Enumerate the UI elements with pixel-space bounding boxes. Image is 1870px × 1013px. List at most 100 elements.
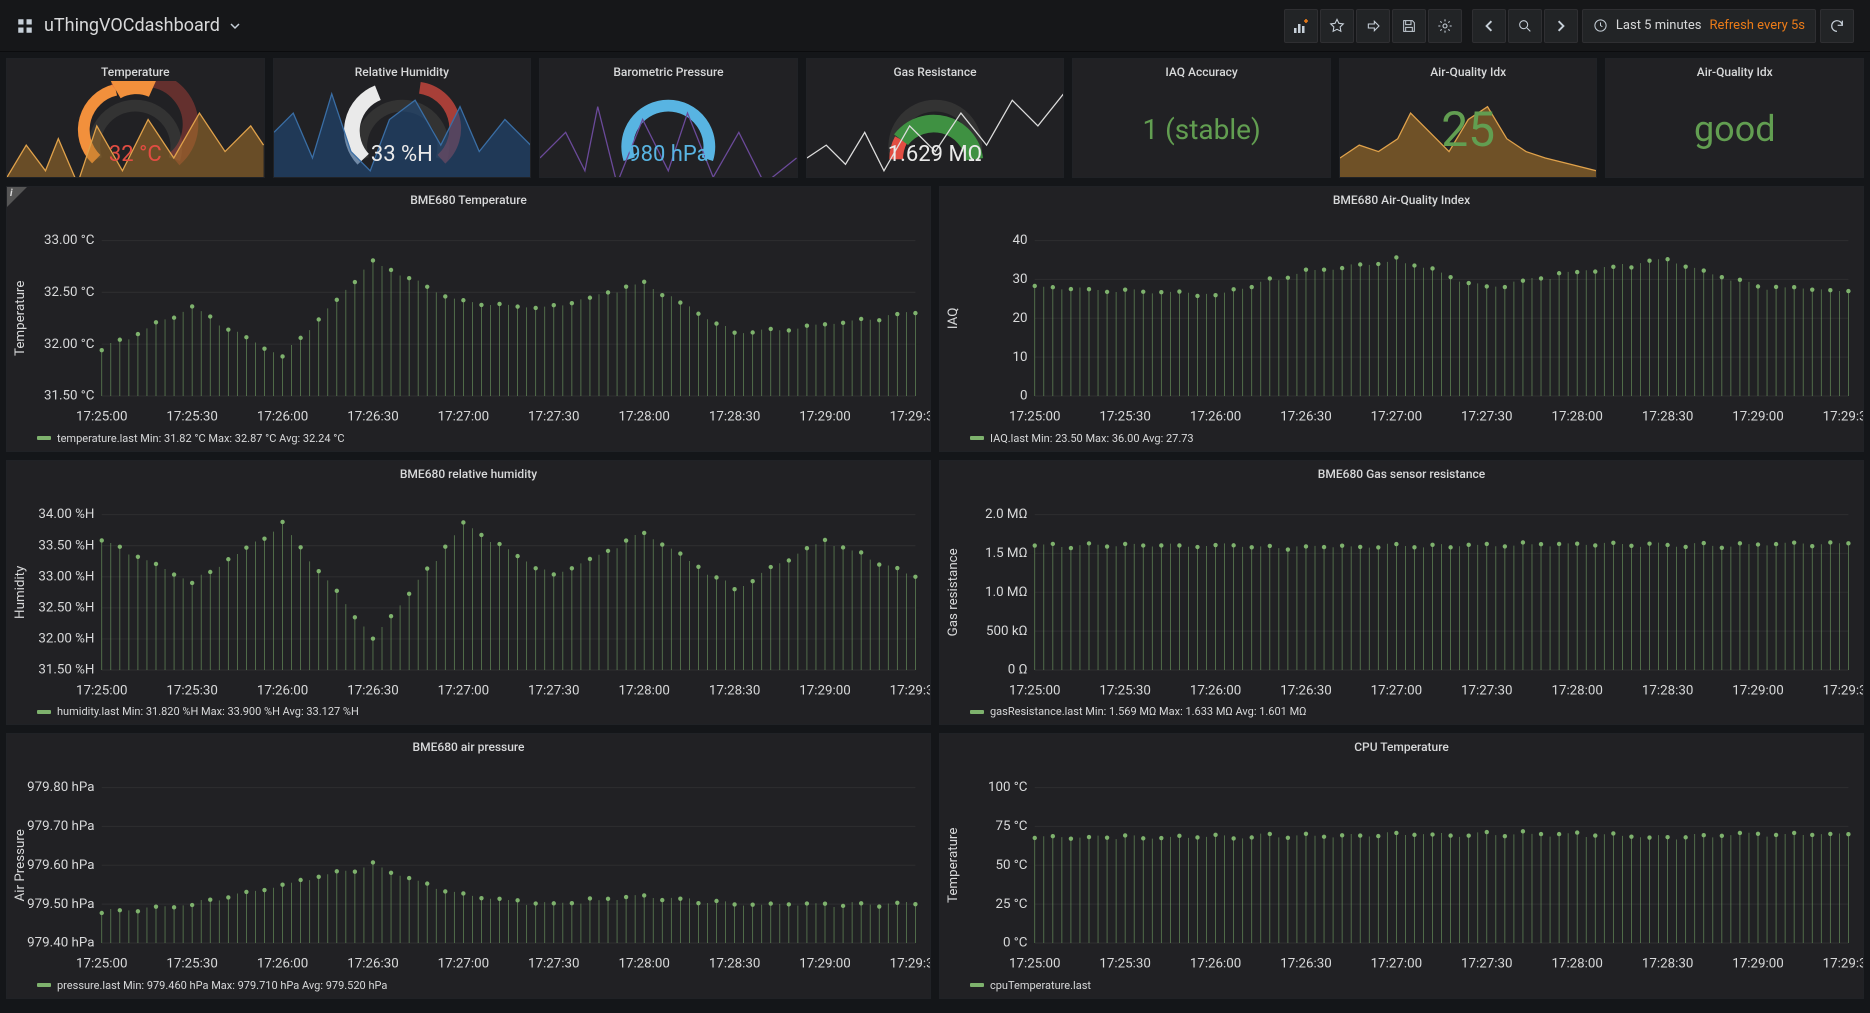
svg-text:17:26:30: 17:26:30	[347, 409, 398, 424]
panel-gas-resistance-chart[interactable]: BME680 Gas sensor resistance0 Ω500 kΩ1.0…	[939, 460, 1864, 726]
svg-text:17:28:30: 17:28:30	[1642, 409, 1693, 424]
chevron-down-icon	[230, 21, 240, 31]
svg-text:17:26:00: 17:26:00	[257, 683, 308, 698]
svg-text:17:25:00: 17:25:00	[76, 409, 127, 424]
svg-text:17:29:00: 17:29:00	[1732, 956, 1783, 971]
panel-pressure-chart[interactable]: BME680 air pressure979.40 hPa979.50 hPa9…	[6, 733, 931, 999]
svg-text:17:27:00: 17:27:00	[438, 409, 489, 424]
legend-swatch	[970, 983, 984, 987]
svg-text:75 °C: 75 °C	[995, 819, 1027, 834]
apps-icon	[16, 17, 34, 35]
svg-text:17:27:30: 17:27:30	[1461, 683, 1512, 698]
time-forward-button[interactable]	[1544, 9, 1578, 43]
svg-text:17:29:30: 17:29:30	[890, 956, 930, 971]
panel-title: Air-Quality Idx	[1340, 59, 1597, 81]
panel-title: Relative Humidity	[274, 59, 531, 81]
svg-text:17:26:30: 17:26:30	[1280, 683, 1331, 698]
chart-title: BME680 relative humidity	[7, 461, 930, 483]
svg-text:Air Pressure: Air Pressure	[13, 829, 28, 901]
svg-text:17:25:30: 17:25:30	[1099, 409, 1150, 424]
dashboard-title-dropdown[interactable]: uThingVOCdashboard	[16, 15, 240, 36]
svg-text:17:25:30: 17:25:30	[1099, 956, 1150, 971]
svg-text:17:29:30: 17:29:30	[1823, 683, 1863, 698]
panel-title: Barometric Pressure	[540, 59, 797, 81]
panel-iaq-accuracy[interactable]: IAQ Accuracy 1 (stable)	[1072, 58, 1331, 178]
svg-text:17:26:00: 17:26:00	[1190, 409, 1241, 424]
svg-text:17:25:30: 17:25:30	[1099, 683, 1150, 698]
refresh-button[interactable]	[1820, 9, 1854, 43]
svg-text:Temperature: Temperature	[13, 281, 28, 356]
panel-air-quality-chart[interactable]: BME680 Air-Quality Index01020304017:25:0…	[939, 186, 1864, 452]
panel-humidity-gauge[interactable]: Relative Humidity 33 %H	[273, 58, 532, 178]
panel-title: IAQ Accuracy	[1073, 59, 1330, 81]
zoom-out-button[interactable]	[1508, 9, 1542, 43]
svg-text:17:27:00: 17:27:00	[438, 683, 489, 698]
panel-air-quality-label[interactable]: Air-Quality Idx good	[1605, 58, 1864, 178]
chart-title: BME680 air pressure	[7, 734, 930, 756]
dashboard-title: uThingVOCdashboard	[44, 15, 220, 36]
svg-text:17:29:30: 17:29:30	[890, 409, 930, 424]
panel-temperature-gauge[interactable]: Temperature 32 °C	[6, 58, 265, 178]
panel-title: Gas Resistance	[807, 59, 1064, 81]
svg-text:32.50 °C: 32.50 °C	[44, 285, 95, 300]
chart-legend: gasResistance.last Min: 1.569 MΩ Max: 1.…	[940, 701, 1863, 724]
svg-text:17:28:00: 17:28:00	[1551, 683, 1602, 698]
svg-text:25 °C: 25 °C	[995, 897, 1027, 912]
chart-plot: 0 Ω500 kΩ1.0 MΩ1.5 MΩ2.0 MΩ17:25:0017:25…	[940, 483, 1863, 702]
svg-text:20: 20	[1012, 311, 1027, 326]
svg-text:17:29:00: 17:29:00	[799, 683, 850, 698]
star-button[interactable]	[1320, 9, 1354, 43]
svg-text:17:27:30: 17:27:30	[528, 956, 579, 971]
svg-text:17:29:00: 17:29:00	[799, 409, 850, 424]
legend-swatch	[970, 710, 984, 714]
svg-text:32.00 °C: 32.00 °C	[44, 337, 95, 352]
svg-text:17:29:30: 17:29:30	[890, 683, 930, 698]
panel-gas-gauge[interactable]: Gas Resistance 1.629 MΩ	[806, 58, 1065, 178]
add-panel-button[interactable]	[1284, 9, 1318, 43]
panel-humidity-chart[interactable]: BME680 relative humidity31.50 %H32.00 %H…	[6, 460, 931, 726]
chart-legend: pressure.last Min: 979.460 hPa Max: 979.…	[7, 975, 930, 998]
time-range-label: Last 5 minutes	[1616, 18, 1702, 33]
chart-legend: humidity.last Min: 31.820 %H Max: 33.900…	[7, 701, 930, 724]
svg-text:17:26:00: 17:26:00	[1190, 683, 1241, 698]
refresh-interval-label: Refresh every 5s	[1709, 18, 1805, 33]
svg-text:17:26:00: 17:26:00	[257, 409, 308, 424]
save-button[interactable]	[1392, 9, 1426, 43]
chart-legend: temperature.last Min: 31.82 °C Max: 32.8…	[7, 428, 930, 451]
panel-cpu-temperature-chart[interactable]: CPU Temperature0 °C25 °C50 °C75 °C100 °C…	[939, 733, 1864, 999]
svg-text:17:28:00: 17:28:00	[1551, 956, 1602, 971]
svg-text:17:28:30: 17:28:30	[1642, 956, 1693, 971]
svg-text:0: 0	[1020, 389, 1028, 404]
svg-text:17:27:00: 17:27:00	[1371, 409, 1422, 424]
svg-text:33.50 %H: 33.50 %H	[38, 538, 94, 553]
svg-text:2.0 MΩ: 2.0 MΩ	[985, 507, 1027, 522]
top-navbar: uThingVOCdashboard Last 5 minutes Refres…	[0, 0, 1870, 52]
svg-text:17:28:30: 17:28:30	[1642, 683, 1693, 698]
panel-air-quality-idx[interactable]: Air-Quality Idx 25	[1339, 58, 1598, 178]
svg-text:17:28:30: 17:28:30	[709, 409, 760, 424]
share-button[interactable]	[1356, 9, 1390, 43]
svg-text:17:25:30: 17:25:30	[166, 409, 217, 424]
gauge-value: 1.629 MΩ	[807, 142, 1064, 167]
time-back-button[interactable]	[1472, 9, 1506, 43]
settings-button[interactable]	[1428, 9, 1462, 43]
svg-text:30: 30	[1012, 272, 1027, 287]
svg-text:32.00 %H: 32.00 %H	[38, 631, 94, 646]
svg-text:17:25:00: 17:25:00	[1009, 956, 1060, 971]
info-icon[interactable]	[7, 187, 27, 207]
svg-text:17:29:00: 17:29:00	[799, 956, 850, 971]
time-range-picker[interactable]: Last 5 minutes Refresh every 5s	[1582, 9, 1816, 43]
svg-text:17:26:30: 17:26:30	[1280, 409, 1331, 424]
top-row: Temperature 32 °C Relative Humidity	[6, 58, 1864, 178]
svg-text:17:25:00: 17:25:00	[76, 956, 127, 971]
gauge-value: 33 %H	[274, 142, 531, 167]
svg-text:Humidity: Humidity	[13, 565, 28, 619]
svg-text:Gas resistance: Gas resistance	[946, 548, 961, 636]
panel-pressure-gauge[interactable]: Barometric Pressure 980 hPa	[539, 58, 798, 178]
svg-text:17:27:30: 17:27:30	[528, 683, 579, 698]
svg-text:17:29:00: 17:29:00	[1732, 409, 1783, 424]
svg-text:17:27:30: 17:27:30	[1461, 956, 1512, 971]
panel-temperature-chart[interactable]: BME680 Temperature31.50 °C32.00 °C32.50 …	[6, 186, 931, 452]
svg-text:500 kΩ: 500 kΩ	[986, 623, 1027, 638]
legend-swatch	[970, 436, 984, 440]
